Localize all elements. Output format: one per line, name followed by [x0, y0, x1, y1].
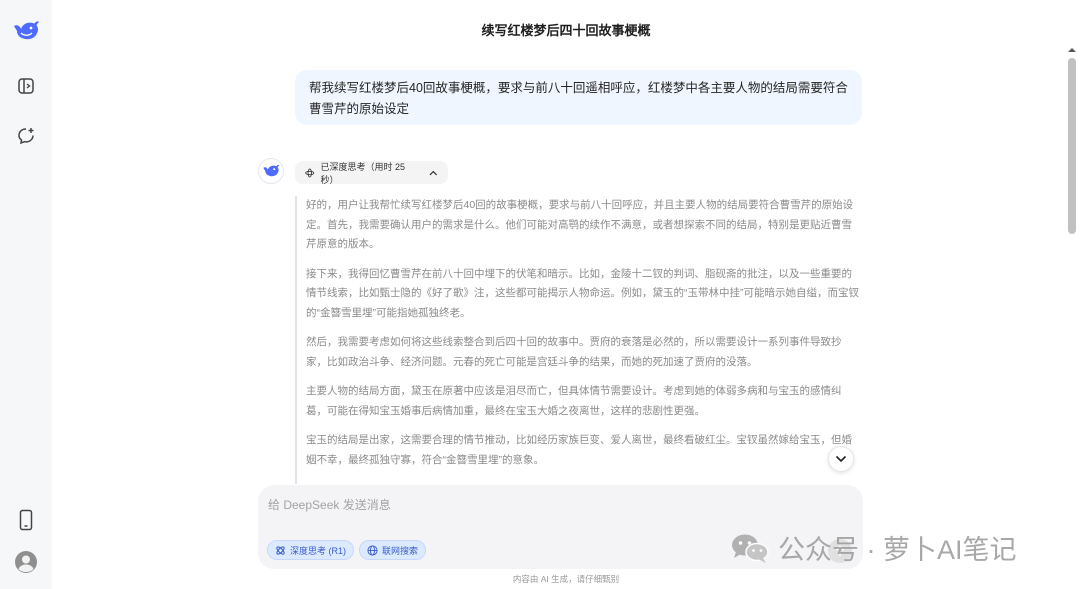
chevron-down-icon — [835, 455, 847, 463]
toggle-sidebar-icon[interactable] — [0, 72, 52, 100]
atom-icon — [276, 545, 285, 555]
assistant-avatar-icon — [258, 158, 284, 184]
deep-thinking-toggle[interactable]: 已深度思考（用时 25 秒） — [295, 161, 448, 185]
thinking-paragraph: 然后，我需要考虑如何将这些线索整合到后四十回的故事中。贾府的衰落是必然的，所以需… — [306, 336, 842, 368]
globe-icon — [367, 544, 378, 556]
chevron-up-icon — [429, 170, 438, 175]
ai-disclaimer: 内容由 AI 生成，请仔细甄别 — [512, 574, 620, 584]
thinking-paragraph: 宝玉的结局是出家，这需要合理的情节推动，比如经历家族巨变、爱人离世，最终看破红尘… — [306, 434, 852, 466]
thinking-content: 好的，用户让我帮忙续写红楼梦后40回的故事梗概，要求与前八十回呼应，并且主要人物… — [295, 196, 860, 484]
chat-main: 续写红楼梦后四十回故事梗概 帮我续写红楼梦后40回故事梗概，要求与前八十回遥相呼… — [52, 0, 1080, 589]
user-message-bubble: 帮我续写红楼梦后40回故事梗概，要求与前八十回遥相呼应，红楼梦中各主要人物的结局… — [295, 70, 862, 125]
scrollbar-thumb[interactable] — [1068, 58, 1076, 234]
new-chat-icon[interactable] — [0, 122, 52, 150]
sidebar — [0, 0, 52, 589]
mobile-app-icon[interactable] — [0, 506, 52, 534]
thinking-paragraph: 主要人物的结局方面，黛玉在原著中应该是泪尽而亡，但具体情节需要设计。考虑到她的体… — [306, 385, 842, 417]
deep-think-icon — [305, 167, 315, 178]
thinking-chip-label: 已深度思考（用时 25 秒） — [320, 161, 406, 185]
watermark-text: 公众号 · 萝卜AI笔记 — [778, 535, 1017, 565]
thinking-paragraph: 接下来，我得回忆曹雪芹在前八十回中埋下的伏笔和暗示。比如，金陵十二钗的判词、脂砚… — [306, 267, 859, 319]
deep-think-button[interactable]: 深度思考 (R1) — [267, 540, 354, 560]
thinking-paragraph: 好的，用户让我帮忙续写红楼梦后40回的故事梗概，要求与前八十回呼应，并且主要人物… — [306, 199, 854, 250]
web-search-button[interactable]: 联网搜索 — [359, 540, 427, 560]
deepseek-logo-icon[interactable] — [0, 14, 52, 48]
wechat-watermark: 公众号 · 萝卜AI笔记 — [730, 528, 1017, 567]
scroll-to-bottom-button[interactable] — [828, 446, 854, 472]
message-input[interactable] — [268, 493, 828, 517]
wechat-icon — [732, 534, 769, 563]
conversation-title: 续写红楼梦后四十回故事梗概 — [481, 23, 651, 38]
web-search-label: 联网搜索 — [382, 545, 419, 556]
deep-think-label: 深度思考 (R1) — [290, 545, 346, 556]
user-avatar[interactable] — [0, 548, 52, 576]
scrollbar-up-arrow-icon[interactable] — [1066, 46, 1078, 54]
